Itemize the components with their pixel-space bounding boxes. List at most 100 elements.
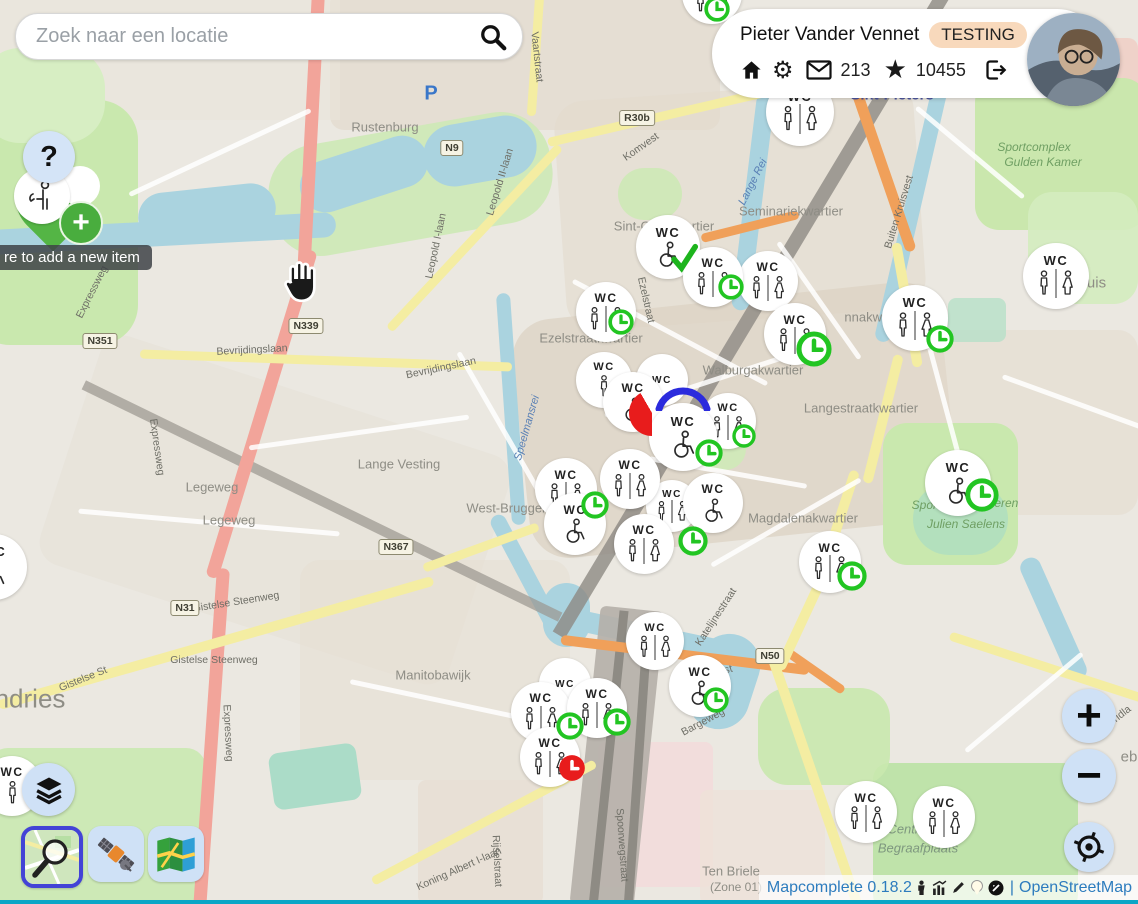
map-shape [0,48,105,143]
road-ref-badge: R30b [619,110,655,126]
osm-style-icon [25,830,79,884]
map-canvas[interactable]: Brugge-Sint-PietersPRustenburgSint-Gilli… [0,0,1138,904]
map-shape [618,168,682,220]
search-input[interactable] [34,24,478,49]
wc-marker-label: WC [593,361,614,373]
wc-marker[interactable]: WC [544,493,606,555]
gear-icon[interactable]: ⚙ [772,58,794,82]
background-style-osm[interactable] [21,826,83,888]
wc-marker-label: WC [633,524,656,537]
wc-marker-label: WC [784,314,807,327]
wc-marker[interactable]: WC [614,514,674,574]
star-icon[interactable]: ★ [884,57,907,83]
wc-marker-label: WC [946,461,971,475]
testing-badge: TESTING [929,22,1027,48]
add-item-tooltip: re to add a new item [0,245,152,270]
wc-marker[interactable]: WC [683,473,743,533]
map-label: Expressweg [221,704,236,762]
map-shape [949,632,1138,704]
wc-marker[interactable]: WC [683,247,743,307]
home-icon[interactable] [740,59,763,82]
logout-icon[interactable] [983,58,1007,82]
statistics-person-icon[interactable] [915,880,928,895]
zoom-out-button[interactable]: − [1062,749,1116,803]
layers-button[interactable] [22,763,75,816]
zoom-in-button[interactable]: + [1062,689,1116,743]
wc-marker[interactable]: WC [799,531,861,593]
wc-marker[interactable]: WC [882,285,948,351]
wc-marker-label: WC [1044,254,1069,268]
wc-marker[interactable]: WC [1023,243,1089,309]
wc-marker-label: WC [933,797,956,810]
wc-marker-label: WC [622,382,645,395]
geolocate-button[interactable] [1064,822,1114,872]
wc-marker-label: WC [819,542,842,555]
avatar[interactable] [1027,13,1120,106]
wc-marker-label: WC [702,483,725,496]
pencil-icon[interactable] [951,880,966,895]
wc-marker-label: WC [702,257,725,270]
wc-marker[interactable]: WC [576,282,636,342]
background-style-satellite[interactable] [88,826,144,882]
wc-marker-label: WC [855,792,878,805]
wc-marker-label: WC [619,459,642,472]
map-shape [267,742,362,811]
wc-marker-label: WC [555,469,578,482]
stars-count[interactable]: 10455 [916,60,966,81]
satellite-style-icon [94,832,138,876]
wc-marker-label: WC [0,545,6,559]
wc-marker-label: WC [564,504,587,517]
map-shape [948,298,1006,342]
wc-marker-label: WC [539,737,562,750]
wc-marker-label: WC [757,261,780,274]
user-name: Pieter Vander Vennet [740,24,919,46]
wc-marker[interactable]: WC [600,449,660,509]
wc-marker-label: WC [644,622,665,634]
wc-marker[interactable]: WC [738,251,798,311]
wc-marker[interactable]: WC [764,303,826,365]
wc-marker[interactable]: WC [669,655,731,717]
road-ref-badge: N31 [170,600,199,616]
search-bar[interactable] [15,13,523,60]
wc-marker[interactable]: WC [520,727,580,787]
mail-icon[interactable] [806,60,832,80]
osm-link[interactable]: OpenStreetMap [1019,879,1132,897]
wc-marker[interactable]: WC [835,781,897,843]
wc-marker[interactable]: WC [913,786,975,848]
wc-marker-label: WC [717,402,738,414]
wc-marker[interactable]: WC [649,403,717,471]
wc-marker[interactable]: WC [567,678,627,738]
wc-marker-label: WC [586,688,609,701]
attribution-bar: Mapcomplete 0.18.2 | OpenStreetMap [759,875,1138,900]
wc-marker-label: WC [530,692,553,705]
map-style-icon [154,832,198,876]
wc-marker-label: WC [656,226,681,240]
geolocate-icon [1072,830,1106,864]
add-new-item-button[interactable]: + [59,201,103,245]
osm-dark-icon[interactable] [988,880,1004,896]
bottom-accent-bar [0,900,1138,904]
help-button[interactable]: ? [23,131,75,183]
background-style-map[interactable] [148,826,204,882]
search-icon[interactable] [478,22,508,52]
road-ref-badge: N9 [440,140,463,156]
wc-marker[interactable]: WC [626,612,684,670]
wc-marker-label: WC [1,766,24,779]
bar-chart-icon[interactable] [932,880,947,895]
map-label: eb [1121,749,1138,766]
wc-marker-label: WC [689,666,712,679]
road-ref-badge: N339 [288,318,323,334]
question-icon: ? [40,141,58,174]
road-ref-badge: N50 [755,648,784,664]
wc-marker-label: WC [903,296,928,310]
app-version[interactable]: Mapcomplete 0.18.2 [767,879,912,897]
wc-marker-label: WC [595,292,618,305]
wc-marker-label: WC [671,415,696,429]
road-ref-badge: N351 [82,333,117,349]
messages-count[interactable]: 213 [841,60,871,81]
wc-marker[interactable]: WC [925,450,991,516]
wc-marker-label: WC [662,489,682,500]
wc-pin-icon [970,880,984,896]
wc-marker[interactable]: WC [0,534,27,600]
attribution-separator: | [1010,879,1014,897]
